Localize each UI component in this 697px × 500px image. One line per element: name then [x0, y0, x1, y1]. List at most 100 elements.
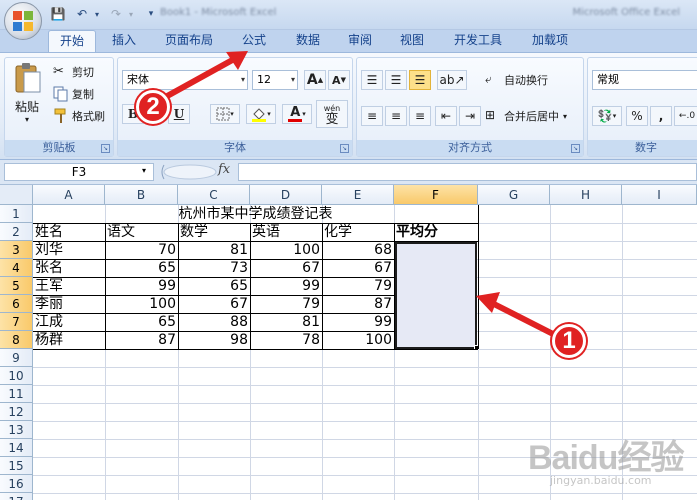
- redo-icon[interactable]: ↷: [106, 5, 126, 23]
- cell-name[interactable]: 杨群: [33, 331, 105, 349]
- column-header-a[interactable]: A: [33, 185, 105, 205]
- cell-english[interactable]: 79: [250, 295, 322, 313]
- cell-chemistry[interactable]: 67: [322, 259, 394, 277]
- insert-function-button[interactable]: fx: [218, 162, 230, 177]
- cell-math[interactable]: 67: [178, 295, 250, 313]
- row-header-1[interactable]: 1: [0, 205, 33, 223]
- format-painter-button[interactable]: 格式刷: [53, 108, 105, 124]
- header-chemistry[interactable]: 化学: [322, 223, 394, 241]
- cell-chemistry[interactable]: 79: [322, 277, 394, 295]
- align-right-button[interactable]: ≡: [409, 106, 431, 126]
- cell-name[interactable]: 李丽: [33, 295, 105, 313]
- font-size-select[interactable]: 12 ▾: [252, 70, 298, 90]
- cell-name[interactable]: 张名: [33, 259, 105, 277]
- tab-developer[interactable]: 开发工具: [444, 30, 512, 52]
- cell-chinese[interactable]: 99: [105, 277, 178, 295]
- cell-english[interactable]: 78: [250, 331, 322, 349]
- comma-button[interactable]: ,: [650, 106, 672, 126]
- row-header-5[interactable]: 5: [0, 277, 33, 295]
- column-header-e[interactable]: E: [322, 185, 394, 205]
- cell-english[interactable]: 100: [250, 241, 322, 259]
- copy-button[interactable]: 复制: [53, 86, 94, 102]
- column-header-h[interactable]: H: [550, 185, 622, 205]
- currency-button[interactable]: 💱 ▾: [592, 106, 622, 126]
- orientation-button[interactable]: ab↗: [437, 70, 467, 90]
- font-launcher-icon[interactable]: ↘: [340, 144, 349, 153]
- number-format-select[interactable]: 常规: [592, 70, 697, 90]
- tab-data[interactable]: 数据: [284, 30, 332, 52]
- cell-english[interactable]: 99: [250, 277, 322, 295]
- row-header-6[interactable]: 6: [0, 295, 33, 313]
- selected-range-f3-f8[interactable]: [395, 242, 477, 349]
- decrease-indent-button[interactable]: ⇤: [435, 106, 457, 126]
- shrink-font-button[interactable]: A ▼: [328, 70, 350, 90]
- name-box[interactable]: F3: [4, 163, 154, 181]
- cell-chinese[interactable]: 87: [105, 331, 178, 349]
- tab-review[interactable]: 审阅: [336, 30, 384, 52]
- cell-chemistry[interactable]: 87: [322, 295, 394, 313]
- column-header-b[interactable]: B: [105, 185, 178, 205]
- increase-decimal-button[interactable]: ←.0: [674, 106, 697, 126]
- tab-view[interactable]: 视图: [388, 30, 436, 52]
- undo-dropdown-icon[interactable]: ▾: [92, 5, 102, 23]
- name-box-dropdown-icon[interactable]: ▾: [142, 166, 146, 175]
- cell-math[interactable]: 88: [178, 313, 250, 331]
- sheet-title[interactable]: 杭州市某中学成绩登记表: [33, 205, 478, 223]
- clipboard-launcher-icon[interactable]: ↘: [101, 144, 110, 153]
- save-icon[interactable]: 💾: [50, 5, 66, 23]
- border-button[interactable]: ▾: [210, 104, 240, 124]
- row-header-9[interactable]: 9: [0, 349, 33, 367]
- column-header-g[interactable]: G: [478, 185, 550, 205]
- align-top-button[interactable]: ☰: [361, 70, 383, 90]
- percent-button[interactable]: %: [626, 106, 648, 126]
- header-name[interactable]: 姓名: [33, 223, 105, 241]
- column-header-f[interactable]: F: [394, 185, 478, 205]
- cell-math[interactable]: 98: [178, 331, 250, 349]
- row-header-7[interactable]: 7: [0, 313, 33, 331]
- row-header-2[interactable]: 2: [0, 223, 33, 241]
- column-header-d[interactable]: D: [250, 185, 322, 205]
- header-math[interactable]: 数学: [178, 223, 250, 241]
- cell-chemistry[interactable]: 99: [322, 313, 394, 331]
- cell-chinese[interactable]: 100: [105, 295, 178, 313]
- column-header-i[interactable]: I: [622, 185, 697, 205]
- wrap-text-button[interactable]: ⤶ 自动换行: [485, 72, 548, 88]
- align-bottom-button[interactable]: ☰: [409, 70, 431, 90]
- cell-chinese[interactable]: 65: [105, 313, 178, 331]
- header-chinese[interactable]: 语文: [105, 223, 178, 241]
- cell-english[interactable]: 81: [250, 313, 322, 331]
- align-left-button[interactable]: ≡: [361, 106, 383, 126]
- column-header-c[interactable]: C: [178, 185, 250, 205]
- grow-font-button[interactable]: A ▲: [304, 70, 326, 90]
- row-header-13[interactable]: 13: [0, 421, 33, 439]
- cell-chinese[interactable]: 65: [105, 259, 178, 277]
- row-header-16[interactable]: 16: [0, 475, 33, 493]
- header-english[interactable]: 英语: [250, 223, 322, 241]
- header-average[interactable]: 平均分: [394, 223, 478, 241]
- undo-icon[interactable]: ↶: [72, 5, 92, 23]
- alignment-launcher-icon[interactable]: ↘: [571, 144, 580, 153]
- merge-center-button[interactable]: ⊞ 合并后居中 ▾: [485, 108, 567, 124]
- cell-name[interactable]: 江成: [33, 313, 105, 331]
- cell-chemistry[interactable]: 68: [322, 241, 394, 259]
- tab-add-ins[interactable]: 加载项: [520, 30, 580, 52]
- cut-button[interactable]: ✂ 剪切: [53, 64, 94, 80]
- tab-home[interactable]: 开始: [48, 30, 96, 53]
- row-header-3[interactable]: 3: [0, 241, 33, 259]
- row-header-15[interactable]: 15: [0, 457, 33, 475]
- tab-page-layout[interactable]: 页面布局: [155, 30, 223, 52]
- tab-formulas[interactable]: 公式: [230, 30, 278, 52]
- tab-insert[interactable]: 插入: [100, 30, 148, 52]
- row-header-12[interactable]: 12: [0, 403, 33, 421]
- row-header-17[interactable]: 17: [0, 493, 33, 500]
- underline-button[interactable]: U: [168, 104, 190, 124]
- select-all-corner[interactable]: [0, 185, 33, 205]
- align-middle-button[interactable]: ☰: [385, 70, 407, 90]
- cell-name[interactable]: 刘华: [33, 241, 105, 259]
- cell-name[interactable]: 王军: [33, 277, 105, 295]
- row-header-8[interactable]: 8: [0, 331, 33, 349]
- cell-math[interactable]: 81: [178, 241, 250, 259]
- formula-input[interactable]: [238, 163, 697, 181]
- row-header-14[interactable]: 14: [0, 439, 33, 457]
- customize-toolbar-icon[interactable]: ▾: [146, 5, 156, 23]
